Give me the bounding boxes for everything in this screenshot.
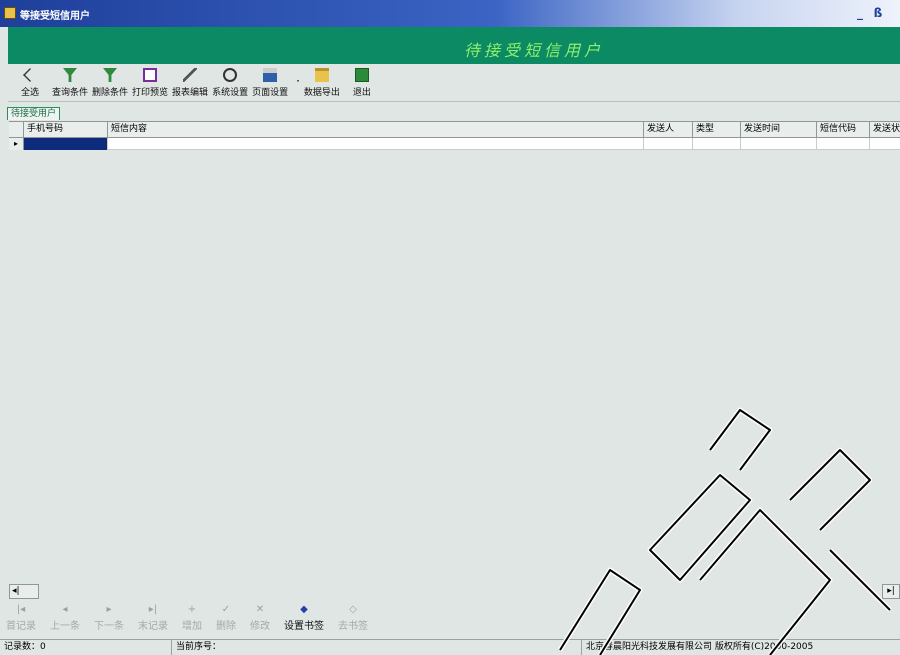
table-cell[interactable] (741, 138, 817, 150)
tab-pending-users[interactable]: 待接受用户 (7, 107, 61, 120)
window-title: 等接受短信用户 (20, 11, 90, 22)
add-record-button[interactable]: + 增加 (182, 604, 202, 632)
table-cell[interactable] (108, 138, 644, 150)
clock-icon (223, 68, 238, 82)
check-icon: ✓ (221, 604, 231, 615)
delete-conditions-button[interactable]: 删除条件 (92, 68, 128, 98)
last-record-button[interactable]: ▸| 末记录 (138, 604, 168, 632)
nav-label: 删除 (216, 621, 236, 632)
app-icon (4, 7, 16, 19)
table-cell-selected[interactable] (24, 138, 108, 150)
nav-label: 修改 (250, 621, 270, 632)
table-cell[interactable] (817, 138, 870, 150)
toolbar-label: 报表编辑 (172, 88, 209, 98)
edit-icon (183, 68, 198, 82)
remove-bookmark-button[interactable]: ◇ 去书签 (338, 604, 368, 632)
print-preview-icon (143, 68, 158, 82)
header-banner: 待接受短信用户 (8, 27, 900, 64)
application-window: 等接受短信用户 _ ß 待接受短信用户 全选 查询条件 删除条件 打印预览 报表… (0, 0, 900, 655)
data-grid[interactable]: 手机号码 短信内容 发送人 类型 发送时间 短信代码 发送状 ▸ (9, 121, 900, 601)
table-cell[interactable] (693, 138, 741, 150)
toolbar-separator: · (296, 74, 300, 88)
previous-record-button[interactable]: ◂ 上一条 (50, 604, 80, 632)
banner-title: 待接受短信用户 (463, 41, 604, 60)
toolbar-label: 打印预览 (132, 88, 169, 98)
toolbar-label: 删除条件 (92, 88, 129, 98)
nav-label: 去书签 (338, 621, 368, 632)
page-setup-button[interactable]: 页面设置 (252, 68, 288, 98)
row-indicator-header (9, 122, 24, 138)
record-count: 记录数：0 (0, 640, 172, 655)
printer-icon (263, 68, 278, 82)
next-record-button[interactable]: ▸ 下一条 (94, 604, 124, 632)
maximize-button[interactable]: ß (870, 6, 886, 22)
title-bar[interactable]: 等接受短信用户 _ ß (0, 0, 900, 27)
next-icon: ▸ (106, 604, 112, 615)
nav-label: 设置书签 (284, 621, 324, 632)
previous-icon: ◂ (62, 604, 68, 615)
table-cell[interactable] (644, 138, 693, 150)
nav-label: 首记录 (6, 621, 36, 632)
column-header-content[interactable]: 短信内容 (108, 122, 644, 138)
table-cell[interactable] (870, 138, 900, 150)
scroll-right-button[interactable]: ▸| (882, 584, 900, 599)
select-all-button[interactable]: 全选 (12, 68, 48, 98)
record-navigator: |◂ 首记录 ◂ 上一条 ▸ 下一条 ▸| 末记录 + 增加 ✓ 删除 ✕ 修改… (0, 601, 900, 635)
scroll-left-button[interactable]: ◂| (9, 584, 39, 599)
back-arrow-icon (23, 68, 37, 82)
toolbar-label: 系统设置 (212, 88, 249, 98)
table-row[interactable] (9, 138, 900, 150)
toolbar-label: 数据导出 (303, 88, 340, 98)
set-bookmark-button[interactable]: ◆ 设置书签 (284, 604, 324, 632)
system-settings-button[interactable]: 系统设置 (212, 68, 248, 98)
nav-label: 下一条 (94, 621, 124, 632)
nav-label: 增加 (182, 621, 202, 632)
edit-record-button[interactable]: ✕ 修改 (250, 604, 270, 632)
toolbar-label: 页面设置 (252, 88, 289, 98)
cancel-icon: ✕ (255, 604, 265, 615)
nav-label: 末记录 (138, 621, 168, 632)
exit-door-icon (354, 68, 369, 82)
first-record-icon: |◂ (16, 604, 26, 615)
current-index: 当前序号： (172, 640, 582, 655)
first-record-button[interactable]: |◂ 首记录 (6, 604, 36, 632)
status-bar: 记录数：0 当前序号： 北京春晨阳光科技发展有限公司 版权所有(C)2000-2… (0, 639, 900, 655)
main-toolbar: 全选 查询条件 删除条件 打印预览 报表编辑 系统设置 页面设置 · 数据导出 … (8, 64, 900, 102)
column-header-send-time[interactable]: 发送时间 (741, 122, 817, 138)
query-conditions-button[interactable]: 查询条件 (52, 68, 88, 98)
filter-remove-icon (103, 68, 118, 82)
toolbar-label: 全选 (20, 88, 39, 98)
grid-header: 手机号码 短信内容 发送人 类型 发送时间 短信代码 发送状 (9, 122, 900, 138)
column-header-type[interactable]: 类型 (693, 122, 741, 138)
column-header-sms-code[interactable]: 短信代码 (817, 122, 870, 138)
toolbar-label: 查询条件 (52, 88, 89, 98)
column-header-sender[interactable]: 发送人 (644, 122, 693, 138)
export-data-button[interactable]: 数据导出 (304, 68, 340, 98)
folder-icon (314, 68, 329, 82)
minimize-button[interactable]: _ (852, 6, 868, 22)
add-icon: + (187, 604, 197, 615)
last-record-icon: ▸| (148, 604, 158, 615)
copyright-text: 北京春晨阳光科技发展有限公司 版权所有(C)2000-2005 (586, 642, 814, 652)
filter-icon (63, 68, 77, 82)
delete-record-button[interactable]: ✓ 删除 (216, 604, 236, 632)
print-preview-button[interactable]: 打印预览 (132, 68, 168, 98)
toolbar-label: 退出 (352, 88, 371, 98)
report-edit-button[interactable]: 报表编辑 (172, 68, 208, 98)
column-header-status[interactable]: 发送状 (870, 122, 900, 138)
nav-label: 上一条 (50, 621, 80, 632)
bookmark-icon: ◆ (300, 604, 308, 615)
exit-button[interactable]: 退出 (344, 68, 380, 98)
current-row-marker: ▸ (9, 138, 24, 150)
bookmark-remove-icon: ◇ (349, 604, 357, 615)
column-header-phone[interactable]: 手机号码 (24, 122, 108, 138)
